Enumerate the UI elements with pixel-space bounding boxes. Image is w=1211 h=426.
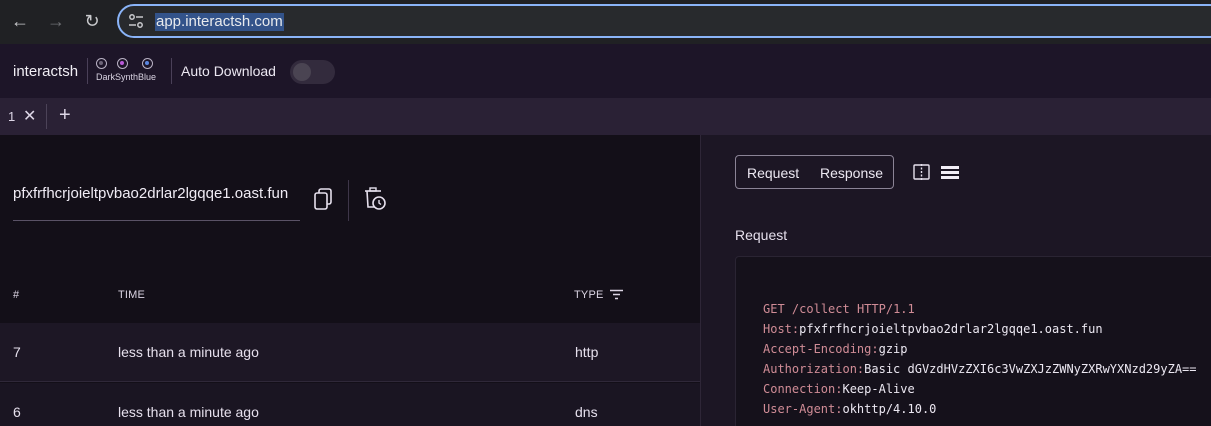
divider bbox=[171, 58, 172, 84]
domain-field[interactable]: pfxfrfhcrjoieltpvbao2drlar2lgqqe1.oast.f… bbox=[13, 183, 300, 221]
header-key: Accept-Encoding bbox=[763, 342, 872, 356]
auto-download-toggle[interactable] bbox=[290, 60, 335, 84]
divider bbox=[87, 58, 88, 84]
header-key: Authorization bbox=[763, 362, 857, 376]
domain-text: pfxfrfhcrjoieltpvbao2drlar2lgqqe1.oast.f… bbox=[13, 185, 289, 202]
divider bbox=[46, 104, 47, 129]
row-type: dns bbox=[575, 404, 598, 420]
header-key: Connection bbox=[763, 382, 836, 396]
auto-download-label: Auto Download bbox=[181, 63, 276, 79]
header-key: Host bbox=[763, 322, 792, 336]
theme-dark-radio[interactable] bbox=[96, 58, 107, 69]
row-type: http bbox=[575, 344, 599, 360]
reload-icon[interactable]: ↻ bbox=[82, 11, 102, 31]
divider bbox=[348, 180, 349, 221]
view-toggle: Request Response bbox=[735, 155, 894, 189]
row-time: less than a minute ago bbox=[118, 344, 259, 360]
app-header: interactsh DarkSynthBlue Auto Download bbox=[0, 44, 1211, 98]
tabs-bar: 1 ✕ + bbox=[0, 98, 1211, 135]
http-version: HTTP/1.1 bbox=[856, 302, 915, 316]
table-row[interactable]: 7 less than a minute ago http bbox=[0, 323, 700, 382]
row-time: less than a minute ago bbox=[118, 404, 259, 420]
brand-name: interactsh bbox=[13, 63, 79, 80]
clear-history-icon[interactable] bbox=[363, 187, 387, 211]
theme-label: DarkSynthBlue bbox=[96, 72, 157, 82]
add-tab-button[interactable]: + bbox=[59, 104, 71, 127]
column-header-time: TIME bbox=[118, 289, 146, 301]
request-body: GET /collect HTTP/1.1 Host:pfxfrfhcrjoie… bbox=[735, 256, 1211, 426]
http-path: /collect bbox=[791, 302, 850, 316]
tab-label: 1 bbox=[8, 109, 16, 124]
header-value: gzip bbox=[878, 342, 908, 356]
split-layout-icon[interactable] bbox=[913, 164, 930, 180]
row-num: 7 bbox=[13, 344, 21, 360]
header-value: pfxfrfhcrjoieltpvbao2drlar2lgqqe1.oast.f… bbox=[799, 322, 1103, 336]
tab-1[interactable]: 1 ✕ bbox=[0, 98, 45, 135]
details-panel: Request Response Request GET /collect HT… bbox=[701, 135, 1211, 426]
browser-toolbar: ← → ↻ app.interactsh.com bbox=[0, 0, 1211, 44]
address-bar[interactable]: app.interactsh.com bbox=[117, 4, 1211, 38]
close-icon[interactable]: ✕ bbox=[23, 106, 36, 126]
row-num: 6 bbox=[13, 404, 21, 420]
column-header-num: # bbox=[13, 289, 20, 301]
header-key: User-Agent bbox=[763, 402, 836, 416]
request-text: GET /collect HTTP/1.1 Host:pfxfrfhcrjoie… bbox=[763, 302, 1197, 416]
stacked-layout-icon[interactable] bbox=[941, 165, 959, 180]
header-value: Keep-Alive bbox=[842, 382, 915, 396]
forward-arrow-icon[interactable]: → bbox=[46, 11, 66, 31]
theme-blue-radio[interactable] bbox=[142, 58, 153, 69]
site-settings-icon[interactable] bbox=[127, 13, 145, 29]
theme-synth-radio[interactable] bbox=[117, 58, 128, 69]
copy-icon[interactable] bbox=[313, 187, 335, 211]
header-value: Basic dGVzdHVzZXI6c3VwZXJzZWNyZXRwYXNzd2… bbox=[864, 362, 1197, 376]
table-row[interactable]: 6 less than a minute ago dns bbox=[0, 383, 700, 426]
toggle-knob bbox=[293, 63, 311, 81]
back-arrow-icon[interactable]: ← bbox=[10, 11, 30, 31]
header-value: okhttp/4.10.0 bbox=[842, 402, 937, 416]
column-header-type: TYPE bbox=[574, 289, 604, 301]
url-text[interactable]: app.interactsh.com bbox=[155, 13, 284, 31]
interactions-panel: pfxfrfhcrjoieltpvbao2drlar2lgqqe1.oast.f… bbox=[0, 135, 700, 426]
http-method: GET bbox=[763, 302, 785, 316]
response-tab[interactable]: Response bbox=[820, 165, 883, 181]
filter-icon[interactable] bbox=[610, 289, 623, 300]
request-tab[interactable]: Request bbox=[747, 165, 799, 181]
section-title: Request bbox=[735, 227, 788, 243]
